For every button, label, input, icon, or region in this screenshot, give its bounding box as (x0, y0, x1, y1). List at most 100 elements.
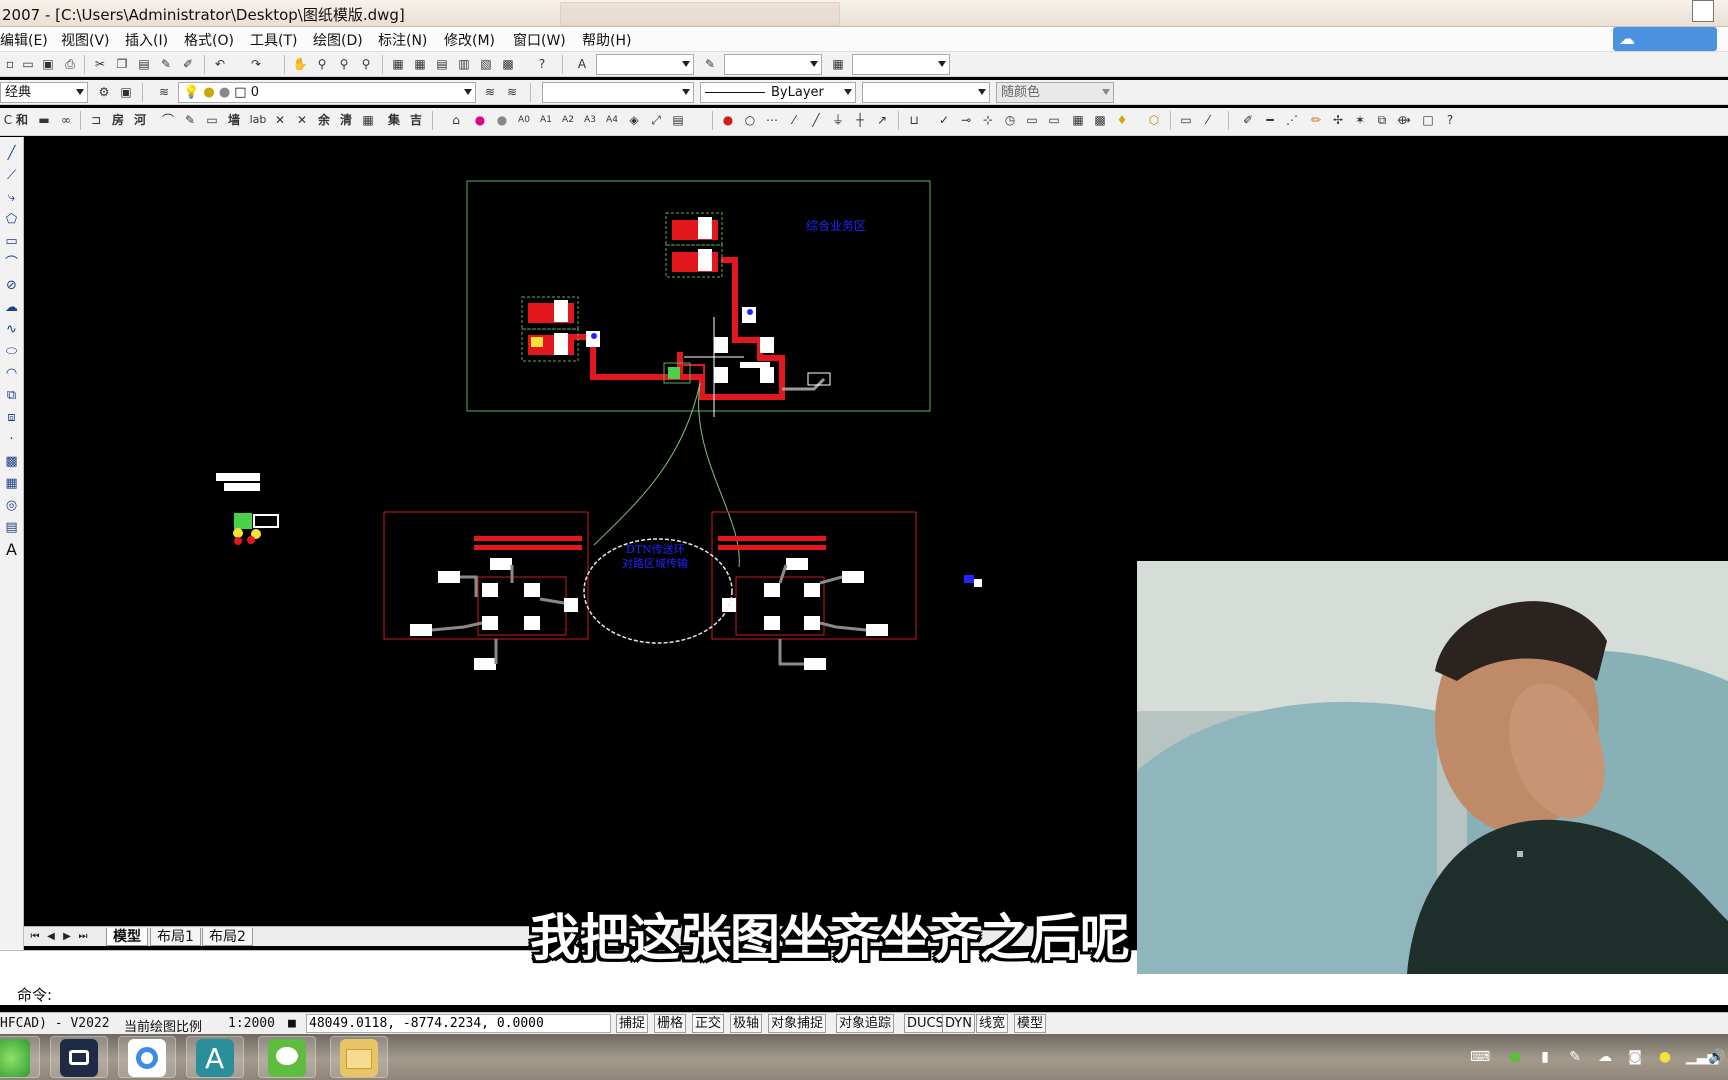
custom-box2-icon[interactable]: ▭ (1046, 112, 1062, 128)
file-explorer-icon[interactable] (330, 1036, 388, 1078)
tool-palette-icon[interactable]: ▤ (434, 56, 450, 72)
custom-red-circle-icon[interactable]: ● (720, 112, 736, 128)
custom-pink-dot-icon[interactable]: ● (472, 112, 488, 128)
custom-hex-icon[interactable]: ⬡ (1146, 112, 1162, 128)
custom-cross-icon[interactable]: ✕ (272, 112, 288, 128)
next-tab-icon[interactable]: ▶ (60, 930, 74, 944)
custom-clock-icon[interactable]: ◷ (1002, 112, 1018, 128)
360-browser-icon[interactable] (0, 1036, 40, 1078)
menu-draw[interactable]: 绘图(D) (313, 30, 363, 50)
paint-brush-icon[interactable]: ✐ (180, 56, 196, 72)
table-style-combo[interactable] (852, 54, 950, 75)
pan-icon[interactable]: ✋ (292, 56, 308, 72)
osnap-toggle[interactable]: 对象捕捉 (768, 1014, 827, 1033)
menu-window[interactable]: 窗口(W) (513, 30, 566, 50)
help-icon[interactable]: ? (534, 56, 550, 72)
markup-icon[interactable]: ▧ (478, 56, 494, 72)
custom-box-icon[interactable]: ▭ (1024, 112, 1040, 128)
custom-lab-button[interactable]: lab (248, 112, 268, 128)
ellipse-arc-tool-icon[interactable]: ◠ (3, 365, 20, 382)
make-block-icon[interactable]: ⧈ (3, 409, 20, 426)
workspace-settings-icon[interactable]: ⚙ (96, 84, 112, 100)
color-control-combo[interactable] (542, 82, 694, 103)
custom-help-icon[interactable]: ? (1442, 112, 1458, 128)
autocad-icon[interactable]: A (186, 1036, 244, 1078)
workspace-save-icon[interactable]: ▣ (118, 84, 134, 100)
custom-curve-icon[interactable]: ⌒ (160, 112, 176, 128)
prev-tab-icon[interactable]: ◀ (44, 930, 58, 944)
custom-grid2-icon[interactable]: ▦ (1070, 112, 1086, 128)
zoom-window-icon[interactable]: ⚲ (336, 56, 352, 72)
zoom-video-icon[interactable] (50, 1036, 108, 1078)
zoom-previous-icon[interactable]: ⚲ (358, 56, 374, 72)
security-tray-icon[interactable]: ● (1656, 1048, 1674, 1066)
multiline-text-icon[interactable]: A (3, 541, 20, 558)
model-toggle[interactable]: 模型 (1014, 1014, 1047, 1033)
baidu-netdisk-icon[interactable] (118, 1036, 176, 1078)
dyn-toggle[interactable]: DYN (942, 1014, 975, 1033)
polyline-tool-icon[interactable]: ⤷ (3, 189, 20, 206)
match-properties-icon[interactable]: ✎ (158, 56, 174, 72)
zoom-realtime-icon[interactable]: ⚲ (314, 56, 330, 72)
menu-view[interactable]: 视图(V) (61, 30, 110, 50)
custom-line-icon[interactable]: ╱ (808, 112, 824, 128)
ray-tool-icon[interactable]: ⟋ (3, 167, 20, 184)
custom-line-dots-icon[interactable]: ⋯ (764, 112, 780, 128)
wechat-tray-icon[interactable]: ● (1506, 1048, 1524, 1066)
keyboard-tray-icon[interactable]: ⌨ (1470, 1048, 1490, 1066)
line-tool-icon[interactable]: ╱ (3, 145, 20, 162)
custom-brush-icon[interactable]: ✏ (1308, 112, 1324, 128)
custom-house-icon[interactable]: ⌂ (448, 112, 464, 128)
custom-he-button[interactable]: 和 (14, 112, 30, 128)
custom-pen-icon[interactable]: ✐ (1240, 112, 1256, 128)
custom-link2-icon[interactable]: ⧉ (1374, 112, 1390, 128)
spline-tool-icon[interactable]: ∿ (3, 321, 20, 338)
custom-thick-line-icon[interactable]: ━ (1262, 112, 1278, 128)
tab-layout1[interactable]: 布局1 (150, 928, 201, 946)
custom-arrow2-icon[interactable]: ↗ (874, 112, 890, 128)
custom-rect-icon[interactable]: ▭ (204, 112, 220, 128)
insert-block-icon[interactable]: ⧉ (3, 387, 20, 404)
custom-lock-icon[interactable]: ♦ (1114, 112, 1130, 128)
menu-tools[interactable]: 工具(T) (250, 30, 297, 50)
custom-cross-tick-icon[interactable]: ┼ (852, 112, 868, 128)
custom-square-icon[interactable]: □ (1420, 112, 1436, 128)
custom-qing-button[interactable]: 清 (338, 112, 354, 128)
cut-icon[interactable]: ✂ (92, 56, 108, 72)
point-tool-icon[interactable]: · (3, 431, 20, 448)
layer-combo[interactable]: 💡 ● ● □ 0 (178, 82, 476, 103)
grid-toggle[interactable]: 栅格 (654, 1014, 687, 1033)
custom-target-icon[interactable]: ✢ (1330, 112, 1346, 128)
custom-ji2-button[interactable]: 吉 (408, 112, 424, 128)
custom-a2-icon[interactable]: A2 (560, 112, 576, 128)
volume-tray-icon[interactable]: 🔊 (1708, 1048, 1726, 1066)
first-tab-icon[interactable]: ⏮ (28, 930, 42, 944)
layer-previous-icon[interactable]: ≋ (504, 84, 520, 100)
menu-help[interactable]: 帮助(H) (582, 30, 631, 50)
custom-arrow-icon[interactable]: ⤢ (648, 112, 664, 128)
lineweight-combo[interactable] (862, 82, 990, 103)
custom-pipe-icon[interactable]: ⊐ (88, 112, 104, 128)
custom-diagonal-icon[interactable]: ⁄ (786, 112, 802, 128)
custom-stamp-icon[interactable]: ◈ (626, 112, 642, 128)
custom-yu-button[interactable]: 余 (316, 112, 332, 128)
ortho-toggle[interactable]: 正交 (692, 1014, 725, 1033)
calculator-icon[interactable]: ▩ (500, 56, 516, 72)
save-icon[interactable]: ▣ (40, 56, 56, 72)
region-tool-icon[interactable]: ◎ (3, 497, 20, 514)
rectangle-tool-icon[interactable]: ▭ (3, 233, 20, 250)
network-tray-icon[interactable]: ▁▃▅ (1686, 1048, 1718, 1066)
paste-icon[interactable]: ▤ (136, 56, 152, 72)
dim-style-combo[interactable] (724, 54, 822, 75)
sheet-set-icon[interactable]: ▥ (456, 56, 472, 72)
custom-rect2-icon[interactable]: ▭ (1178, 112, 1194, 128)
text-style-combo[interactable] (596, 54, 694, 75)
ellipse-tool-icon[interactable]: ⬭ (3, 343, 20, 360)
text-style-icon[interactable]: A (574, 56, 590, 72)
arc-tool-icon[interactable]: ⌒ (3, 255, 20, 272)
custom-a3-icon[interactable]: A3 (582, 112, 598, 128)
cloud-tray-icon[interactable]: ☁ (1596, 1048, 1614, 1066)
battery-tray-icon[interactable]: ▮ (1536, 1048, 1554, 1066)
table-style-icon[interactable]: ▦ (830, 56, 846, 72)
custom-ground-icon[interactable]: ⏚ (830, 112, 846, 128)
